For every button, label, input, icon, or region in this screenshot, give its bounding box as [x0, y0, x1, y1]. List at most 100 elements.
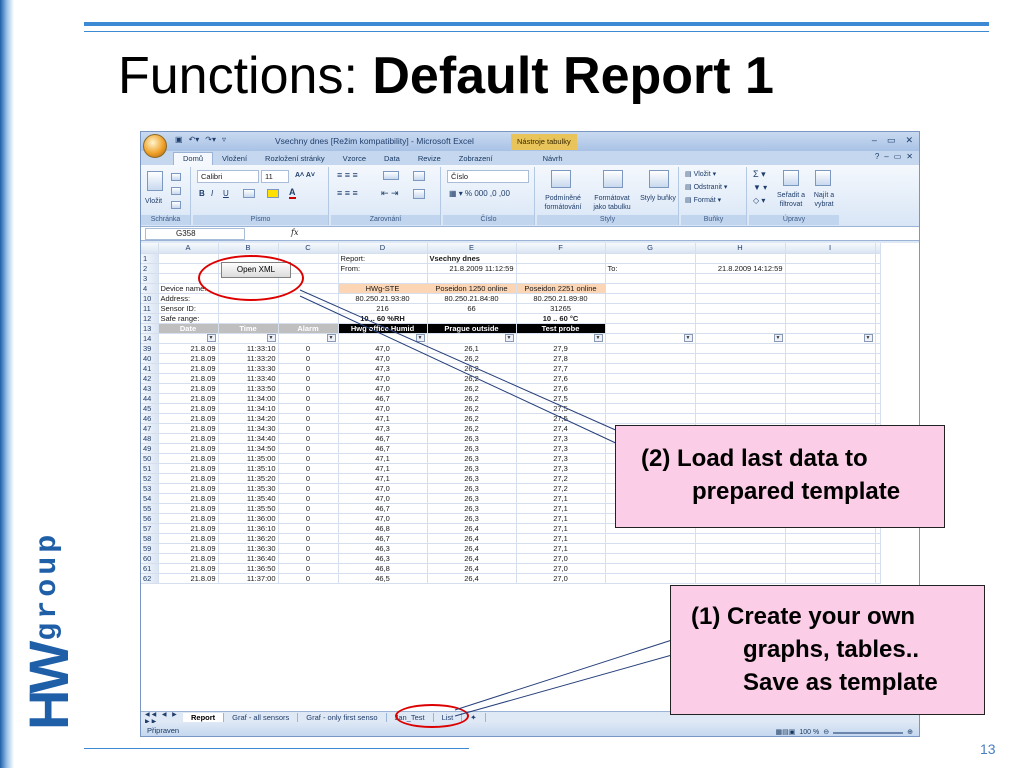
cell[interactable] [158, 253, 219, 264]
cell[interactable] [875, 413, 881, 424]
cell[interactable]: 0 [278, 573, 339, 584]
filter-dropdown-icon[interactable]: ▼ [683, 334, 693, 342]
column-header[interactable]: G [605, 243, 696, 254]
cell[interactable]: 11:36:50 [218, 563, 279, 574]
cell[interactable]: 21.8.09 [158, 393, 219, 404]
row-header[interactable]: 44 [141, 393, 159, 404]
cell[interactable] [605, 563, 696, 574]
office-button[interactable] [143, 134, 167, 158]
cell[interactable] [785, 383, 876, 394]
cell[interactable]: 0 [278, 363, 339, 374]
cell[interactable]: 21.8.09 [158, 453, 219, 464]
cell[interactable] [516, 263, 606, 274]
paste-icon[interactable] [147, 171, 163, 191]
cell[interactable] [695, 403, 786, 414]
row-header[interactable]: 59 [141, 543, 159, 554]
row-header[interactable]: 13 [141, 323, 159, 334]
cell[interactable]: 27,4 [516, 423, 606, 434]
cell[interactable]: 26,1 [427, 343, 517, 354]
cell[interactable]: Alarm [278, 323, 339, 334]
cell[interactable] [695, 413, 786, 424]
cell[interactable]: 11:34:40 [218, 433, 279, 444]
row-header[interactable]: 11 [141, 303, 159, 314]
cell[interactable]: 11:37:00 [218, 573, 279, 584]
cell[interactable] [605, 273, 696, 284]
cell[interactable]: 0 [278, 533, 339, 544]
cell[interactable] [875, 553, 881, 564]
orientation-icon[interactable] [383, 171, 399, 180]
filter-dropdown-icon[interactable]: ▼ [326, 334, 336, 342]
find-select-label[interactable]: Najít a vybrat [809, 191, 839, 209]
sort-filter-icon[interactable] [783, 170, 799, 186]
cell[interactable]: 21.8.09 [158, 463, 219, 474]
cell[interactable]: 216 [338, 303, 428, 314]
cell[interactable]: 0 [278, 553, 339, 564]
cell[interactable]: 46,7 [338, 433, 428, 444]
cell[interactable]: 11:36:30 [218, 543, 279, 554]
cell[interactable]: 27,0 [516, 563, 606, 574]
number-format-select[interactable]: Číslo [447, 170, 529, 183]
cell[interactable]: 10 .. 60 %RH [338, 313, 428, 324]
cell[interactable]: 80.250.21.84:80 [427, 293, 517, 304]
cell[interactable]: From: [338, 263, 428, 274]
cell[interactable]: 27,0 [516, 573, 606, 584]
cell[interactable]: Address: [158, 293, 219, 304]
row-header[interactable]: 42 [141, 373, 159, 384]
cell[interactable] [875, 263, 881, 274]
cell[interactable]: 21.8.09 [158, 403, 219, 414]
cell[interactable] [875, 543, 881, 554]
cell[interactable]: 21.8.09 [158, 433, 219, 444]
cell[interactable] [785, 573, 876, 584]
cell[interactable]: 47,0 [338, 493, 428, 504]
cell[interactable] [875, 533, 881, 544]
conditional-formatting-label[interactable]: Podmíněné formátování [539, 194, 587, 212]
cell[interactable]: 47,1 [338, 413, 428, 424]
cell[interactable] [605, 403, 696, 414]
row-header[interactable]: 48 [141, 433, 159, 444]
conditional-formatting-icon[interactable] [551, 170, 571, 188]
cell[interactable] [695, 303, 786, 314]
cell[interactable] [875, 363, 881, 374]
maximize-icon[interactable]: ▭ [887, 135, 896, 146]
cell[interactable] [695, 293, 786, 304]
cell[interactable]: 0 [278, 483, 339, 494]
cell[interactable]: 11:35:50 [218, 503, 279, 514]
zoom-out-icon[interactable]: ⊖ [823, 725, 829, 736]
cell[interactable] [785, 263, 876, 274]
column-header[interactable]: I [785, 243, 876, 254]
cell[interactable]: 27,1 [516, 493, 606, 504]
cell[interactable]: Sensor ID: [158, 303, 219, 314]
cell[interactable] [605, 543, 696, 554]
row-header[interactable]: 39 [141, 343, 159, 354]
cell[interactable]: 0 [278, 373, 339, 384]
cell[interactable]: 0 [278, 523, 339, 534]
cell[interactable] [785, 533, 876, 544]
cell[interactable]: 46,7 [338, 533, 428, 544]
redo-icon[interactable]: ↷▾ [205, 135, 216, 144]
cell[interactable]: 26,2 [427, 383, 517, 394]
cell[interactable]: 26,3 [427, 473, 517, 484]
cell[interactable]: 26,3 [427, 453, 517, 464]
row-header[interactable]: 54 [141, 493, 159, 504]
save-icon[interactable]: ▣ [175, 135, 183, 144]
cell[interactable]: 21.8.09 [158, 553, 219, 564]
cell[interactable] [785, 273, 876, 284]
cell[interactable] [278, 313, 339, 324]
cell[interactable]: 46,7 [338, 503, 428, 514]
paste-label[interactable]: Vložit [145, 197, 162, 206]
row-header[interactable]: 56 [141, 513, 159, 524]
row-header[interactable]: 43 [141, 383, 159, 394]
cell[interactable] [605, 343, 696, 354]
cell[interactable]: 26,4 [427, 563, 517, 574]
cell[interactable]: 0 [278, 513, 339, 524]
cell[interactable] [785, 363, 876, 374]
cell[interactable]: 0 [278, 403, 339, 414]
cell[interactable]: 21.8.2009 14:12:59 [695, 263, 786, 274]
cell[interactable]: To: [605, 263, 696, 274]
cell[interactable] [605, 323, 696, 334]
cell[interactable] [427, 273, 517, 284]
column-header[interactable]: C [278, 243, 339, 254]
cell[interactable] [875, 313, 881, 324]
italic-icon[interactable]: I [211, 189, 213, 198]
filter-dropdown-icon[interactable]: ▼ [206, 334, 216, 342]
